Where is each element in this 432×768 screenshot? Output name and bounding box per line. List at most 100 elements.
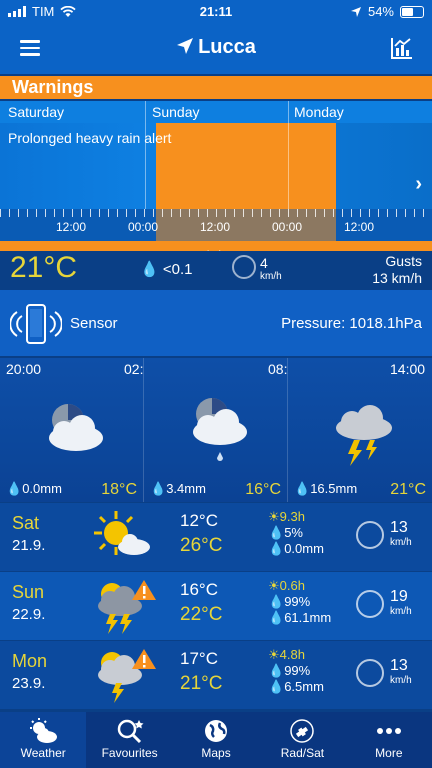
tab-rad-sat[interactable]: Rad/Sat [259, 712, 345, 768]
wind-value: 13 [390, 519, 408, 536]
temp-max: 21°C [180, 673, 223, 694]
rain-probability: 💧99% [268, 663, 311, 678]
sunshine-hours: ☀0.6h [268, 578, 305, 593]
day-date: 21.9. [12, 537, 46, 554]
gusts-value: 13 km/h [372, 270, 422, 286]
rain-amount: 💧61.1mm [268, 610, 332, 625]
forecast-column[interactable]: 08:00 💧3.4mm 16°C [144, 358, 303, 502]
location-title[interactable]: Lucca [0, 36, 432, 59]
favourites-icon [117, 719, 144, 744]
chevron-right-icon[interactable]: › [415, 173, 422, 196]
prob-value: 99% [284, 663, 311, 678]
sunshine-hours: ☀9.3h [268, 509, 305, 524]
wind-unit: km/h [390, 606, 412, 617]
tab-more[interactable]: More [346, 712, 432, 768]
wind-value: 19 [390, 588, 408, 605]
rain-probability: 💧5% [268, 525, 303, 540]
wind-direction-icon [232, 255, 256, 279]
day-label: Monday [294, 104, 344, 120]
day-details: ☀0.6h 💧99% 💧61.1mm [268, 578, 331, 626]
temp-max: 22°C [180, 604, 223, 625]
more-icon [376, 728, 401, 734]
forecast-column[interactable]: 14:00 💧16.5mm 21°C [288, 358, 432, 502]
warning-time-axis: 12:00 00:00 12:00 00:00 12:00 [0, 209, 432, 241]
tab-label: Maps [201, 746, 231, 760]
tab-weather[interactable]: Weather [0, 712, 87, 768]
storm-warning-icon [98, 649, 156, 703]
rain-value: 6.5mm [284, 679, 324, 694]
prob-value: 99% [284, 594, 311, 609]
forecast-column[interactable]: 20:00 02:00 💧0.0mm 18°C [0, 358, 159, 502]
temp-min: 12°C [180, 511, 218, 530]
hour-rain: 💧0.0mm [6, 481, 62, 496]
sun-value: 4.8h [279, 647, 305, 662]
wind-speed: 13 km/h [390, 519, 412, 548]
rain-value: 0.0mm [284, 541, 324, 556]
wind-direction-icon [356, 659, 384, 687]
wind-unit: km/h [390, 537, 412, 548]
axis-label: 00:00 [272, 220, 303, 234]
current-wind: 4 km/h [260, 255, 282, 282]
hour-label: 20:00 [6, 361, 42, 377]
day-date: 23.9. [12, 675, 46, 692]
warning-timeline[interactable]: Prolonged heavy rain alert › [0, 101, 432, 209]
thunderstorm-icon [336, 405, 392, 466]
app-header: Lucca [0, 24, 432, 74]
sun-value: 9.3h [279, 509, 305, 524]
day-divider [145, 101, 146, 209]
axis-label: 12:00 [200, 220, 231, 234]
sensor-label: Sensor [70, 315, 118, 332]
axis-label: 00:00 [128, 220, 159, 234]
day-row[interactable]: Sun 22.9. 16°C 22°C ☀0.6h 💧99% 💧61.1mm 1… [0, 572, 432, 640]
day-divider [288, 101, 289, 209]
six-hour-forecast[interactable]: 20:00 02:00 💧0.0mm 18°C 08:00 💧3.4mm 16°… [0, 358, 432, 502]
hour-label: 14:00 [390, 361, 426, 377]
rain-value: 0.0mm [22, 481, 62, 496]
rain-amount: 💧6.5mm [268, 679, 324, 694]
pressure-reading: Pressure: 1018.1hPa [281, 315, 422, 332]
hour-rain: 💧16.5mm [294, 481, 358, 496]
hour-rain: 💧3.4mm [150, 481, 206, 496]
tab-label: Favourites [101, 746, 158, 760]
tab-maps[interactable]: Maps [173, 712, 259, 768]
globe-icon [205, 720, 228, 742]
status-bar: TIM 21:11 54% [0, 0, 432, 24]
wind-value: 4 [260, 255, 268, 271]
storm-warning-icon [98, 580, 156, 634]
battery-percent: 54% [367, 4, 394, 19]
tab-favourites[interactable]: Favourites [86, 712, 172, 768]
wind-unit: km/h [260, 271, 282, 282]
warnings-heading[interactable]: Warnings [0, 76, 432, 99]
hour-temp: 21°C [390, 481, 426, 498]
tab-label: Weather [20, 746, 66, 760]
wind-value: 13 [390, 657, 408, 674]
location-arrow-icon [350, 6, 361, 17]
temp-min: 17°C [180, 649, 218, 668]
raindrop-icon: 💧 [140, 261, 159, 278]
phone-sensor-icon [10, 304, 62, 344]
rain-amount: 💧0.0mm [268, 541, 324, 556]
chart-icon[interactable] [390, 36, 414, 60]
axis-label: 12:00 [344, 220, 375, 234]
current-conditions: 21°C 💧 <0.1 4 km/h Gusts 13 km/h [0, 251, 432, 289]
warning-alert-text: Prolonged heavy rain alert [8, 130, 172, 146]
day-row[interactable]: Sat 21.9. 12°C 26°C ☀9.3h 💧5% 💧0.0mm 13 k… [0, 503, 432, 571]
sun-value: 0.6h [279, 578, 305, 593]
rain-value: 3.4mm [166, 481, 206, 496]
location-name: Lucca [198, 36, 256, 58]
rain-probability: 💧99% [268, 594, 311, 609]
hour-temp: 18°C [101, 481, 137, 498]
rain-value: <0.1 [162, 261, 193, 278]
status-right: 54% [350, 4, 424, 19]
tab-label: More [375, 746, 403, 760]
sensor-panel[interactable]: Sensor Pressure: 1018.1hPa [0, 290, 432, 356]
battery-icon [400, 5, 424, 18]
wind-speed: 19 km/h [390, 588, 412, 617]
day-row[interactable]: Mon 23.9. 17°C 21°C ☀4.8h 💧99% 💧6.5mm 13… [0, 641, 432, 709]
axis-label: 12:00 [56, 220, 87, 234]
hour-temp: 16°C [245, 481, 281, 498]
day-name: Sat [12, 513, 40, 533]
rain-value: 61.1mm [284, 610, 332, 625]
location-arrow-icon [177, 38, 194, 54]
current-temperature: 21°C [10, 251, 78, 284]
